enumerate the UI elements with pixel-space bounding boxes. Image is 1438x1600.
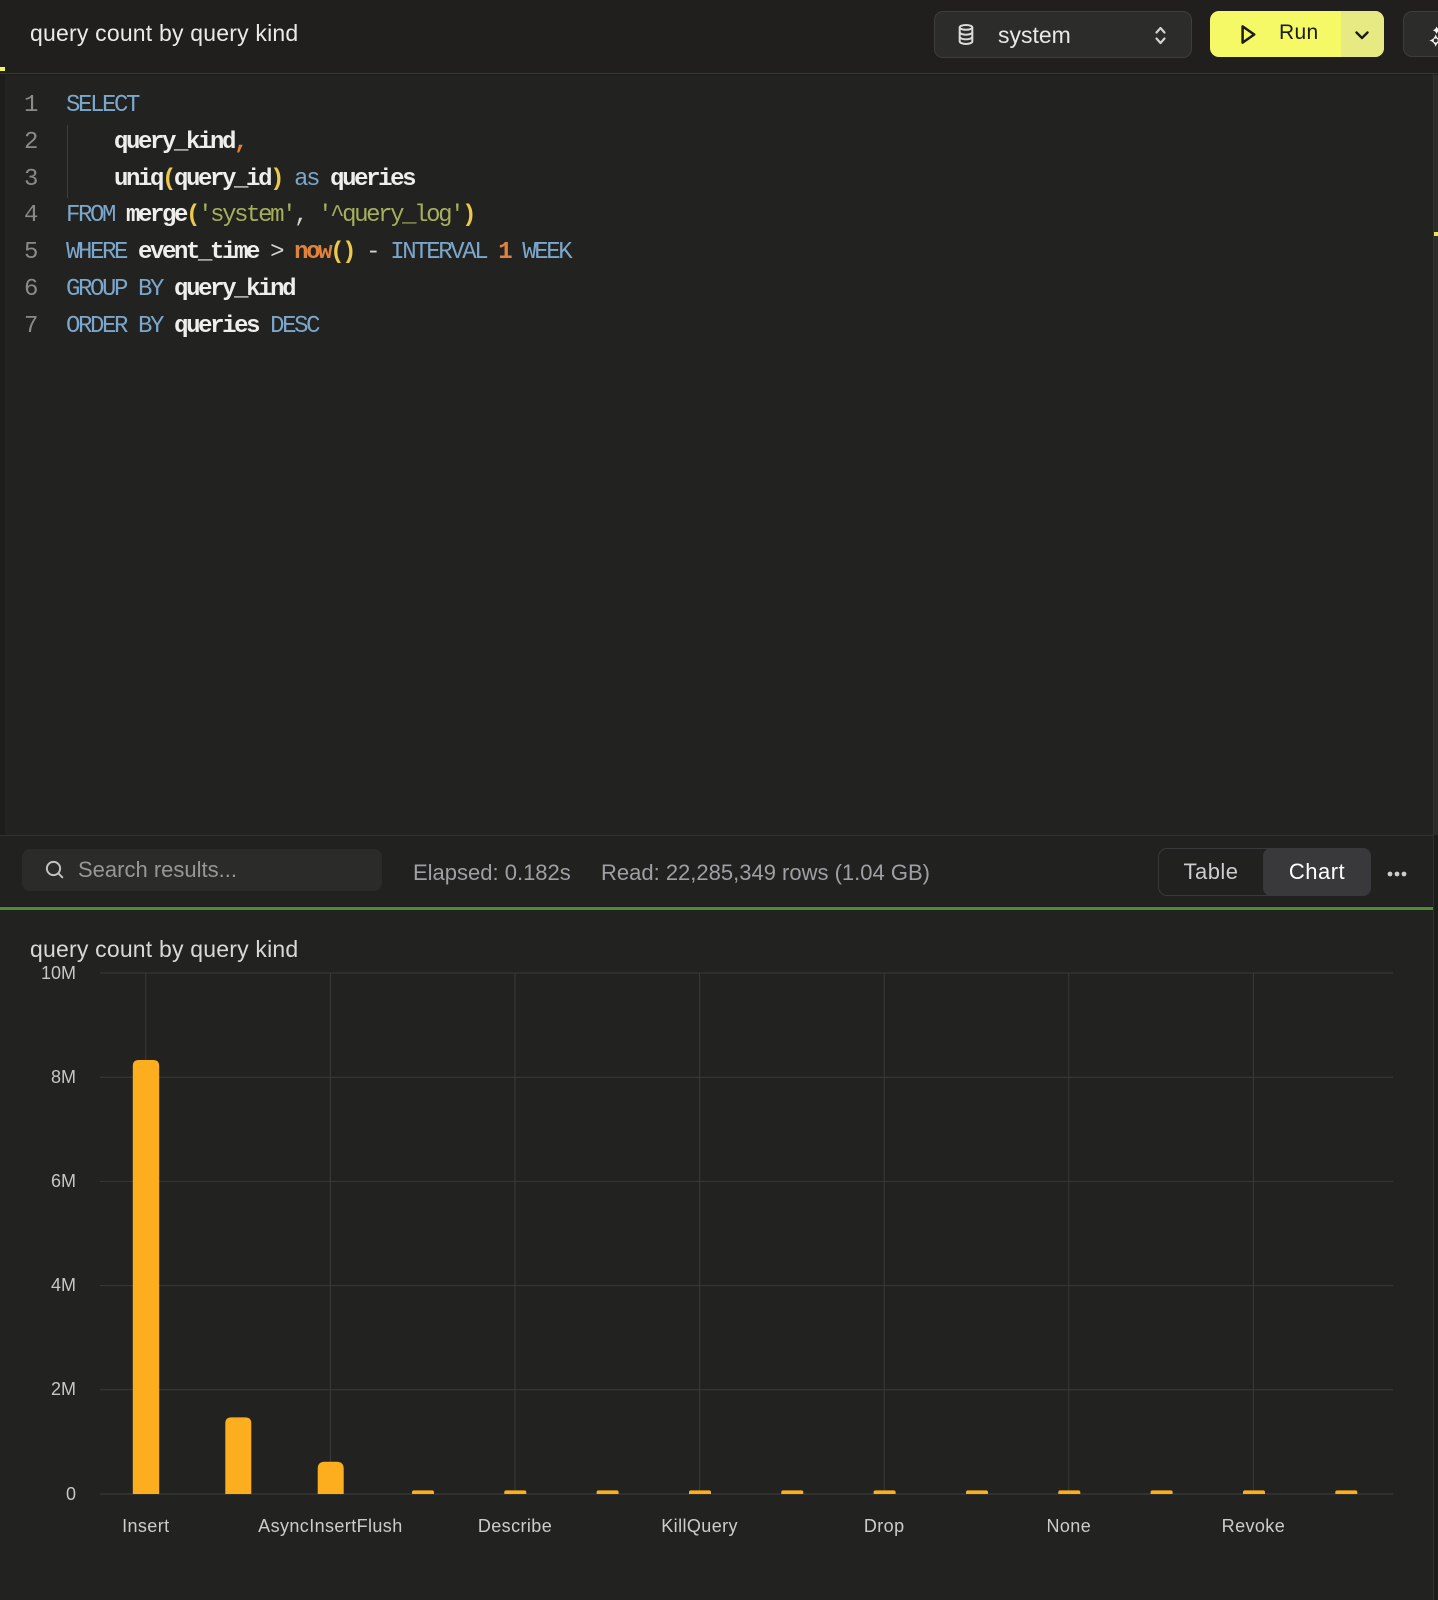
svg-text:Describe: Describe bbox=[478, 1516, 552, 1536]
svg-text:8M: 8M bbox=[51, 1067, 76, 1087]
svg-text:query count by query kind: query count by query kind bbox=[30, 936, 298, 962]
svg-text:KillQuery: KillQuery bbox=[661, 1516, 738, 1536]
svg-text:2M: 2M bbox=[51, 1379, 76, 1399]
svg-text:Insert: Insert bbox=[122, 1516, 169, 1536]
svg-text:4M: 4M bbox=[51, 1275, 76, 1295]
svg-text:Drop: Drop bbox=[864, 1516, 905, 1536]
svg-text:Revoke: Revoke bbox=[1222, 1516, 1285, 1536]
svg-text:0: 0 bbox=[66, 1484, 76, 1504]
svg-text:None: None bbox=[1046, 1516, 1091, 1536]
svg-text:10M: 10M bbox=[41, 963, 76, 983]
svg-text:6M: 6M bbox=[51, 1171, 76, 1191]
svg-text:AsyncInsertFlush: AsyncInsertFlush bbox=[258, 1516, 402, 1536]
